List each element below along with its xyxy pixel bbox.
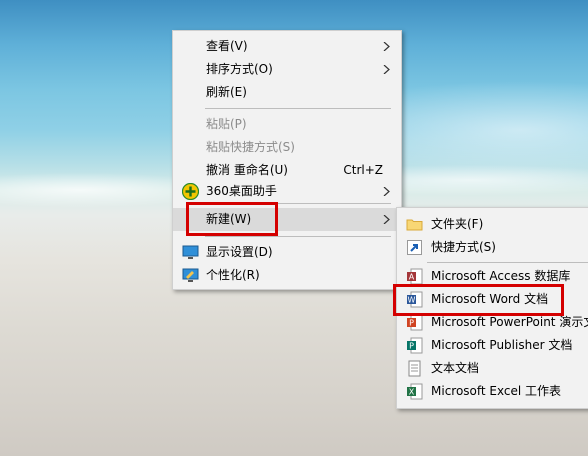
- menu-item-label: 粘贴快捷方式(S): [206, 140, 295, 154]
- chevron-right-icon: [383, 65, 390, 74]
- highlight-box-new: [186, 202, 278, 236]
- svg-text:P: P: [409, 319, 414, 328]
- menu-item-view[interactable]: 查看(V): [173, 35, 401, 58]
- menu-separator: [205, 108, 391, 109]
- menu-item-refresh[interactable]: 刷新(E): [173, 81, 401, 104]
- menu-item-label: 粘贴(P): [206, 117, 247, 131]
- menu-separator: [205, 236, 391, 237]
- folder-icon: [406, 219, 423, 231]
- excel-icon: X: [407, 383, 423, 400]
- menu-item-label: 刷新(E): [206, 85, 247, 99]
- menu-item-label: 显示设置(D): [206, 245, 273, 259]
- chevron-right-icon: [383, 42, 390, 51]
- submenu-item-shortcut[interactable]: 快捷方式(S): [397, 236, 588, 259]
- svg-text:X: X: [409, 388, 415, 397]
- display-settings-icon: [182, 245, 199, 259]
- svg-text:A: A: [409, 273, 415, 282]
- menu-item-paste[interactable]: 粘贴(P): [173, 113, 401, 136]
- publisher-icon: P: [407, 337, 423, 354]
- menu-separator: [427, 262, 588, 263]
- 360-shield-icon: [182, 183, 199, 200]
- submenu-item-publisher-document[interactable]: P Microsoft Publisher 文档: [397, 334, 588, 357]
- menu-item-360-desktop-assistant[interactable]: 360桌面助手: [173, 180, 401, 203]
- submenu-item-text-document[interactable]: 文本文档: [397, 357, 588, 380]
- menu-item-label: 排序方式(O): [206, 62, 273, 76]
- menu-item-label: 360桌面助手: [206, 184, 277, 198]
- powerpoint-icon: P: [407, 314, 423, 331]
- menu-item-sort-by[interactable]: 排序方式(O): [173, 58, 401, 81]
- menu-item-label: 个性化(R): [206, 268, 260, 282]
- desktop-context-menu: 查看(V) 排序方式(O) 刷新(E) 粘贴(P) 粘贴快捷方式(S) 撤消 重…: [172, 30, 402, 290]
- submenu-item-folder[interactable]: 文件夹(F): [397, 213, 588, 236]
- menu-item-label: 撤消 重命名(U): [206, 163, 288, 177]
- menu-item-personalize[interactable]: 个性化(R): [173, 264, 401, 287]
- access-icon: A: [407, 268, 423, 285]
- submenu-item-label: 快捷方式(S): [431, 240, 496, 254]
- submenu-item-label: 文件夹(F): [431, 217, 484, 231]
- menu-item-label: 查看(V): [206, 39, 248, 53]
- chevron-right-icon: [383, 187, 390, 196]
- menu-item-shortcut: Ctrl+Z: [343, 163, 383, 177]
- menu-item-paste-shortcut[interactable]: 粘贴快捷方式(S): [173, 136, 401, 159]
- menu-item-undo-rename[interactable]: 撤消 重命名(U) Ctrl+Z: [173, 159, 401, 182]
- text-document-icon: [408, 360, 421, 377]
- menu-item-display-settings[interactable]: 显示设置(D): [173, 241, 401, 264]
- submenu-item-label: Microsoft Publisher 文档: [431, 338, 573, 352]
- personalize-icon: [182, 268, 199, 282]
- shortcut-icon: [407, 240, 422, 255]
- submenu-item-excel-worksheet[interactable]: X Microsoft Excel 工作表: [397, 380, 588, 403]
- submenu-item-label: Microsoft Excel 工作表: [431, 384, 562, 398]
- submenu-item-label: 文本文档: [431, 361, 480, 375]
- svg-text:P: P: [409, 342, 414, 351]
- chevron-right-icon: [383, 215, 390, 224]
- highlight-box-word-document: [393, 284, 564, 316]
